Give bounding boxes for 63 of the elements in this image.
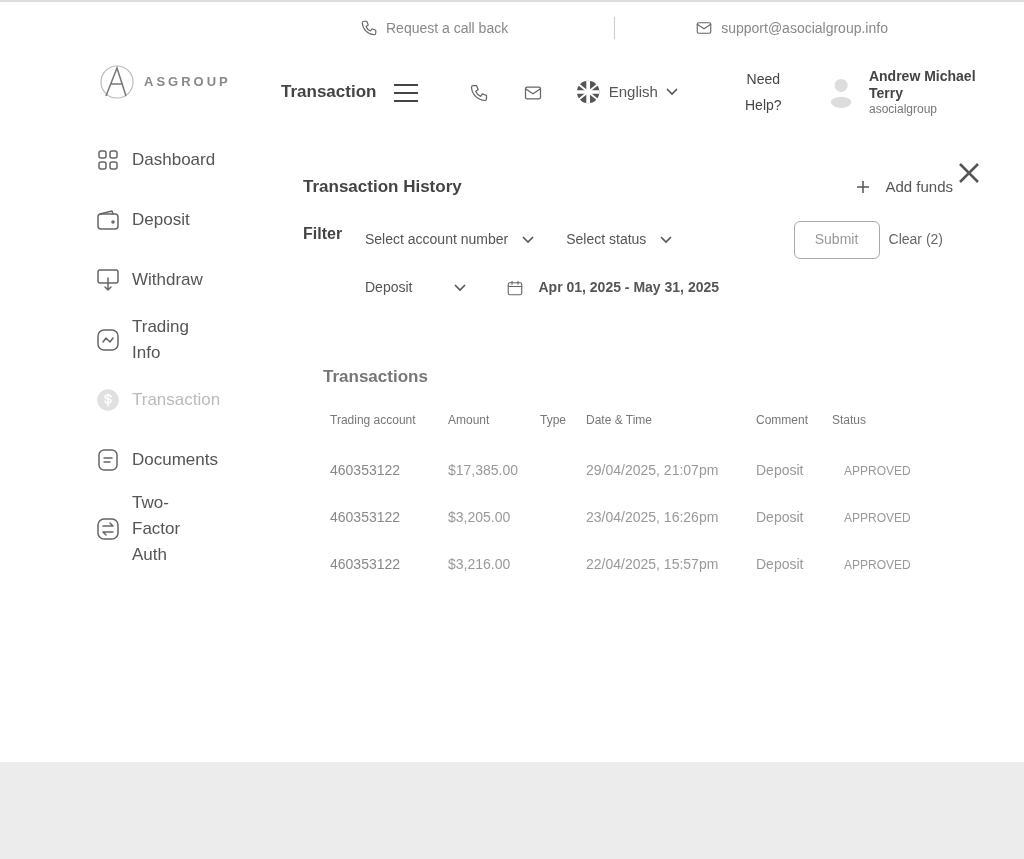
close-icon[interactable] xyxy=(958,162,980,184)
plus-icon xyxy=(857,180,870,193)
table-cell: 460353122 xyxy=(330,462,401,478)
wallet-icon xyxy=(96,208,120,232)
filter-label: Filter xyxy=(303,223,344,244)
logo-icon xyxy=(98,64,136,100)
column-header: Comment xyxy=(756,413,808,427)
table-cell: Deposit xyxy=(756,462,804,478)
table-cell: Deposit xyxy=(756,556,804,572)
column-header: Type xyxy=(540,413,566,427)
table-title: Transactions xyxy=(323,365,429,388)
type-select[interactable]: Deposit xyxy=(365,277,467,298)
help-link[interactable]: Need Help? xyxy=(739,66,787,118)
support-email-link[interactable]: support@asocialgroup.info xyxy=(721,17,888,39)
request-callback-link[interactable]: Request a call back xyxy=(386,17,509,39)
column-header: Status xyxy=(832,413,867,427)
chart-icon xyxy=(96,328,120,352)
chevron-down-icon xyxy=(660,235,673,244)
chevron-down-icon xyxy=(454,283,467,292)
avatar-icon xyxy=(828,76,853,108)
section-title: Transaction History xyxy=(303,176,462,198)
calendar-icon xyxy=(506,278,525,297)
table-cell: 22/04/2025, 15:57pm xyxy=(586,556,719,572)
user-company: asocialgroup xyxy=(868,101,938,116)
table-cell: $3,216.00 xyxy=(448,556,511,572)
column-header: Trading account xyxy=(330,413,416,427)
arrows-icon xyxy=(96,517,120,541)
sidebar-item[interactable]: Deposit xyxy=(96,190,190,250)
date-range-picker[interactable]: Apr 01, 2025 - May 31, 2025 xyxy=(506,277,720,298)
flag-icon xyxy=(576,79,601,105)
status-text: APPROVED xyxy=(843,511,911,525)
chevron-down-icon xyxy=(522,235,535,244)
table-cell: $3,205.00 xyxy=(448,509,511,525)
logo-text: ASGROUP xyxy=(144,73,231,92)
sidebar-item[interactable]: Withdraw xyxy=(96,250,203,310)
status-select[interactable]: Select status xyxy=(566,229,673,250)
clear-button[interactable]: Clear (2) xyxy=(887,228,944,251)
table-cell: $17,385.00 xyxy=(448,462,519,478)
table-cell: 23/04/2025, 16:26pm xyxy=(586,509,719,525)
sidebar-item[interactable]: Dashboard xyxy=(96,130,216,190)
language-dropdown[interactable]: English xyxy=(608,80,678,104)
table-cell: 460353122 xyxy=(330,556,401,572)
sidebar-item[interactable]: Trading Info xyxy=(96,310,202,370)
table-cell: 29/04/2025, 21:07pm xyxy=(586,462,719,478)
add-funds-button[interactable]: Add funds xyxy=(856,174,954,199)
page-title: Transaction xyxy=(281,81,377,104)
user-name: Andrew Michael Terry xyxy=(868,68,977,102)
status-text: APPROVED xyxy=(843,558,911,572)
column-header: Amount xyxy=(448,413,490,427)
chevron-down-icon xyxy=(665,88,678,96)
sidebar-item[interactable]: Two-Factor Auth xyxy=(96,490,202,568)
mail-icon xyxy=(695,19,714,37)
account-select[interactable]: Select account number xyxy=(365,229,535,250)
table-cell: 460353122 xyxy=(330,509,401,525)
dollar-coin-icon xyxy=(96,388,120,412)
sidebar-item[interactable]: Documents xyxy=(96,430,218,490)
status-text: APPROVED xyxy=(843,464,911,478)
column-header: Date & Time xyxy=(586,413,653,427)
document-icon xyxy=(96,448,120,472)
monitor-download-icon xyxy=(96,268,120,292)
table-cell: Deposit xyxy=(756,509,804,525)
phone-icon xyxy=(360,19,378,37)
grid-icon xyxy=(96,148,120,172)
